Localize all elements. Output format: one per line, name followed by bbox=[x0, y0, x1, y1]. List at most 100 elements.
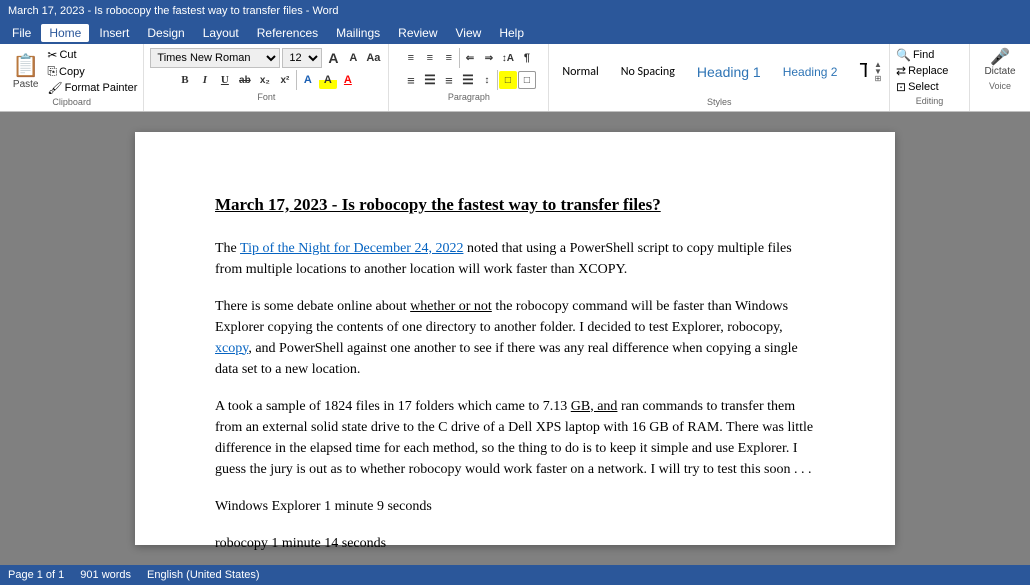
sort-button[interactable]: ↕A bbox=[499, 49, 517, 67]
style-heading1[interactable]: Heading 1 bbox=[688, 61, 770, 83]
menu-insert[interactable]: Insert bbox=[91, 24, 137, 42]
style-title[interactable]: Title bbox=[850, 57, 867, 86]
clipboard-label: Clipboard bbox=[6, 95, 137, 107]
bold-button[interactable]: B bbox=[176, 71, 194, 89]
text-effects-button[interactable]: A bbox=[299, 71, 317, 89]
menu-help[interactable]: Help bbox=[491, 24, 532, 42]
para-divider2 bbox=[497, 70, 498, 90]
editing-label: Editing bbox=[896, 94, 963, 106]
paragraph-content: ≡ ≡ ≡ ⇐ ⇒ ↕A ¶ ≡ ☰ ≡ ☰ ↕ □ □ bbox=[395, 48, 542, 90]
menu-review[interactable]: Review bbox=[390, 24, 445, 42]
paragraph-4: Windows Explorer 1 minute 9 seconds bbox=[215, 496, 815, 517]
styles-label: Styles bbox=[553, 95, 885, 107]
numbering-button[interactable]: ≡ bbox=[421, 49, 439, 67]
bullets-button[interactable]: ≡ bbox=[402, 49, 420, 67]
clipboard-content: 📋 Paste ✂ Cut ⎘ Copy 🖌 Format bbox=[6, 48, 137, 95]
menu-layout[interactable]: Layout bbox=[195, 24, 247, 42]
replace-label: Replace bbox=[908, 65, 948, 77]
cut-button[interactable]: ✂ Cut bbox=[47, 48, 137, 62]
find-button[interactable]: 🔍 Find bbox=[896, 48, 934, 62]
paragraph-5: robocopy 1 minute 14 seconds bbox=[215, 533, 815, 554]
dictate-icon: 🎤 bbox=[990, 50, 1010, 66]
style-normal[interactable]: Normal bbox=[553, 62, 607, 82]
paragraph-3: A took a sample of 1824 files in 17 fold… bbox=[215, 396, 815, 480]
format-painter-button[interactable]: 🖌 Format Painter bbox=[47, 81, 137, 95]
shading-button[interactable]: □ bbox=[499, 71, 517, 89]
increase-indent-button[interactable]: ⇒ bbox=[480, 49, 498, 67]
font-content: Times New Roman Calibri Arial 12 10 11 1… bbox=[150, 48, 382, 90]
paste-button[interactable]: 📋 Paste bbox=[6, 51, 45, 92]
document-page[interactable]: March 17, 2023 - Is robocopy the fastest… bbox=[135, 132, 895, 545]
copy-label: Copy bbox=[59, 66, 85, 78]
tip-link[interactable]: Tip of the Night for December 24, 2022 bbox=[240, 241, 463, 256]
font-shrink-button[interactable]: A bbox=[344, 49, 362, 67]
status-bar: Page 1 of 1 901 words English (United St… bbox=[0, 565, 1030, 585]
xcopy-link[interactable]: xcopy bbox=[215, 341, 248, 356]
find-label: Find bbox=[913, 49, 934, 61]
title-bar: March 17, 2023 - Is robocopy the fastest… bbox=[0, 0, 1030, 22]
paragraph-1: The Tip of the Night for December 24, 20… bbox=[215, 238, 815, 280]
replace-icon: ⇄ bbox=[896, 64, 906, 78]
voice-content: 🎤 Dictate bbox=[976, 48, 1024, 79]
justify-button[interactable]: ☰ bbox=[459, 71, 477, 89]
menu-mailings[interactable]: Mailings bbox=[328, 24, 388, 42]
font-grow-button[interactable]: A bbox=[324, 49, 342, 67]
font-size-select[interactable]: 12 10 11 14 bbox=[282, 48, 322, 68]
superscript-button[interactable]: x² bbox=[276, 71, 294, 89]
strikethrough-button[interactable]: ab bbox=[236, 71, 254, 89]
font-family-select[interactable]: Times New Roman Calibri Arial bbox=[150, 48, 280, 68]
replace-button[interactable]: ⇄ Replace bbox=[896, 64, 948, 78]
format-painter-label: Format Painter bbox=[65, 82, 138, 94]
document-title: March 17, 2023 - Is robocopy the fastest… bbox=[215, 192, 815, 218]
format-painter-icon: 🖌 bbox=[47, 81, 62, 95]
align-center-button[interactable]: ☰ bbox=[421, 71, 439, 89]
editing-group: 🔍 Find ⇄ Replace ⊡ Select Editing bbox=[890, 44, 970, 111]
styles-scroll[interactable]: ▲ ▼ ⊞ bbox=[871, 60, 885, 84]
paste-icon: 📋 bbox=[12, 53, 39, 79]
align-left-button[interactable]: ≡ bbox=[402, 71, 420, 89]
select-button[interactable]: ⊡ Select bbox=[896, 80, 939, 94]
find-icon: 🔍 bbox=[896, 48, 911, 62]
ribbon-main-row: 📋 Paste ✂ Cut ⎘ Copy 🖌 Format bbox=[0, 44, 1030, 112]
paste-label: Paste bbox=[13, 79, 39, 90]
para-divider1 bbox=[459, 48, 460, 68]
paragraph-label: Paragraph bbox=[395, 90, 542, 102]
styles-expand[interactable]: ⊞ bbox=[873, 76, 883, 82]
text-highlight-button[interactable]: A bbox=[319, 71, 337, 89]
page-info: Page 1 of 1 bbox=[8, 569, 64, 581]
multilevel-button[interactable]: ≡ bbox=[440, 49, 458, 67]
cut-icon: ✂ bbox=[47, 48, 57, 62]
font-color-button[interactable]: A bbox=[339, 71, 357, 89]
editing-content: 🔍 Find ⇄ Replace ⊡ Select bbox=[896, 48, 963, 94]
title-bar-text: March 17, 2023 - Is robocopy the fastest… bbox=[8, 5, 339, 17]
show-hide-button[interactable]: ¶ bbox=[518, 49, 536, 67]
style-no-spacing[interactable]: No Spacing bbox=[612, 62, 684, 82]
menu-file[interactable]: File bbox=[4, 24, 39, 42]
paragraph-group: ≡ ≡ ≡ ⇐ ⇒ ↕A ¶ ≡ ☰ ≡ ☰ ↕ □ □ bbox=[389, 44, 549, 111]
styles-content: Normal No Spacing Heading 1 Heading 2 Ti… bbox=[553, 48, 885, 95]
paragraph-2: There is some debate online about whethe… bbox=[215, 296, 815, 380]
clear-formatting-button[interactable]: Aa bbox=[364, 49, 382, 67]
copy-icon: ⎘ bbox=[47, 64, 57, 79]
line-spacing-button[interactable]: ↕ bbox=[478, 71, 496, 89]
menu-view[interactable]: View bbox=[448, 24, 490, 42]
dictate-button[interactable]: 🎤 Dictate bbox=[980, 48, 1019, 79]
menu-bar: File Home Insert Design Layout Reference… bbox=[0, 22, 1030, 44]
menu-references[interactable]: References bbox=[249, 24, 326, 42]
language: English (United States) bbox=[147, 569, 260, 581]
italic-button[interactable]: I bbox=[196, 71, 214, 89]
underline-button[interactable]: U bbox=[216, 71, 234, 89]
menu-design[interactable]: Design bbox=[139, 24, 192, 42]
subscript-button[interactable]: x₂ bbox=[256, 71, 274, 89]
decrease-indent-button[interactable]: ⇐ bbox=[461, 49, 479, 67]
copy-button[interactable]: ⎘ Copy bbox=[47, 64, 137, 79]
select-icon: ⊡ bbox=[896, 80, 906, 94]
gb-link: GB, and bbox=[571, 399, 618, 414]
align-right-button[interactable]: ≡ bbox=[440, 71, 458, 89]
menu-home[interactable]: Home bbox=[41, 24, 89, 42]
ribbon: 📋 Paste ✂ Cut ⎘ Copy 🖌 Format bbox=[0, 44, 1030, 112]
whether-link: whether or not bbox=[410, 299, 492, 314]
borders-button[interactable]: □ bbox=[518, 71, 536, 89]
font-divider bbox=[296, 70, 297, 90]
style-heading2[interactable]: Heading 2 bbox=[774, 62, 847, 82]
